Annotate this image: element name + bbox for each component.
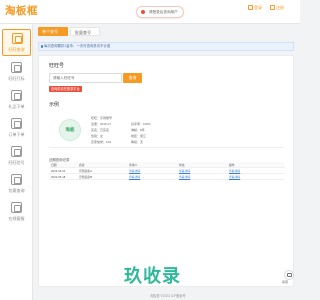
info-field: 好评率：100% [131,122,151,126]
sidebar-item-label: 礼品下单 [8,104,25,109]
top-bar: 淘板框 请登录后查询用户 登录 注册 [0,0,300,24]
history-table: 日期 商家 查询人 状态 操作 2023-06-01 示例商家A 查看详情 查看… [49,162,285,180]
customer-service-label: 客服 [282,280,289,284]
sidebar-item-wangwang-tag[interactable]: 旺旺打标 [2,59,31,86]
customer-service-button[interactable] [284,270,294,280]
verify-icon [11,146,22,157]
detail-link[interactable]: 查看详情 [179,174,190,180]
avatar: 淘板 [59,119,81,141]
sidebar-item-service[interactable]: 在线客服 [2,199,31,226]
login-hint-badge: 查询前请先登录平台 [49,86,82,92]
info-field: 降权：无 [131,140,144,144]
divider [49,147,285,148]
sidebar-item-label: 旺旺打标 [8,76,25,81]
info-icon [40,45,43,48]
sidebar-item-label: 旺旺验号 [8,160,25,165]
detail-link[interactable]: 查看详情 [229,174,240,180]
user-icon [248,5,253,10]
sidebar-item-gift-order[interactable]: 礼品下单 [2,87,31,114]
info-field: 注册：2015-07 [91,122,112,126]
result-title: 示例 [49,102,60,108]
sidebar-item-verify[interactable]: 旺旺验号 [2,143,31,170]
table-cell: 2023-05-18 [51,175,66,179]
wangwang-input[interactable] [49,73,122,83]
logo[interactable]: 淘板框 [5,3,38,18]
gift-icon [11,90,22,101]
service-icon [11,202,22,213]
chat-icon [287,273,292,277]
sidebar-item-package[interactable]: 包裹查询 [2,171,31,198]
package-icon [11,174,22,185]
info-field: 实名：已实名 [91,128,110,132]
info-banner-text: 每次查询需扣1金币，一天可查询多次不计费 [44,44,111,48]
notice-text: 请登录后查询用户 [149,10,178,14]
info-field: 性别：女 [91,134,104,138]
login-link[interactable]: 登录 [248,5,262,11]
info-field: 淘龄：8年 [131,128,145,132]
detail-link[interactable]: 查看详情 [129,174,140,180]
sidebar-item-order[interactable]: 订单下单 [2,115,31,142]
tag-icon [11,62,22,73]
register-icon [270,5,275,10]
tab-single-query[interactable]: 单个查号 [38,27,68,36]
info-field: 买家信誉：100 [91,140,112,144]
main-card: 旺旺号 查询 查询前请先登录平台 示例 淘板 旺旺：示例账号 注册：2015-0… [38,55,294,287]
alert-dot-icon [141,10,145,14]
info-field: 旺旺：示例账号 [91,116,113,120]
info-banner: 每次查询需扣1金币，一天可查询多次不计费 [38,42,294,51]
tab-batch-query[interactable]: 批量查号 [70,27,100,36]
search-doc-icon [12,33,23,44]
table-row: 2023-05-18 示例商家B 查看详情 查看详情 查看详情 [49,174,285,180]
watermark: 玖收录 [124,266,181,287]
footer-text: 淘板框 ©2023 ICP备案号 [150,294,186,298]
query-title: 旺旺号 [49,63,65,69]
info-field: 地区：浙江 [131,134,147,138]
query-button[interactable]: 查询 [123,73,142,83]
notice-pill: 请登录后查询用户 [136,6,184,18]
sidebar-item-label: 订单下单 [8,132,25,137]
sidebar-item-label: 旺旺查询 [8,47,25,52]
sidebar-item-wangwang-query[interactable]: 旺旺查询 [2,29,31,56]
table-cell: 示例商家B [79,175,93,179]
register-link[interactable]: 注册 [270,5,284,11]
sidebar: 旺旺查询 旺旺打标 礼品下单 订单下单 旺旺验号 包裹查询 在线客服 [0,24,33,300]
order-icon [11,118,22,129]
sidebar-item-label: 在线客服 [8,216,25,221]
sidebar-item-label: 包裹查询 [8,188,25,193]
